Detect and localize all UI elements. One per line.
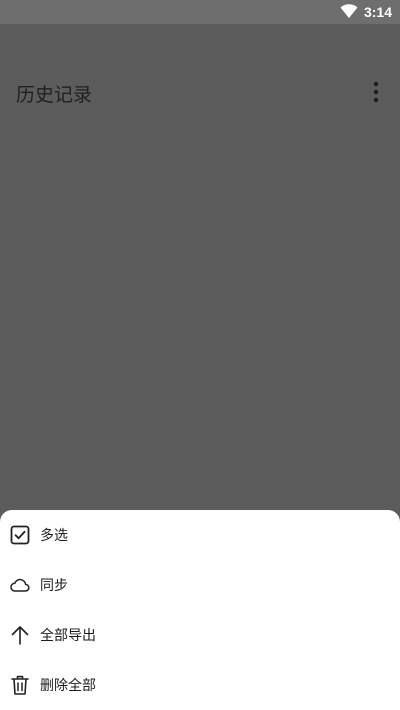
menu-item-label: 同步	[40, 578, 68, 594]
page-title: 历史记录	[16, 84, 93, 106]
wifi-icon	[340, 3, 358, 22]
scrim[interactable]	[0, 118, 400, 510]
bottom-sheet: 多选 同步 全部导出 删除全部	[0, 510, 400, 710]
trash-icon	[10, 675, 30, 695]
status-time: 3:14	[363, 4, 392, 20]
menu-item-multi-select[interactable]: 多选	[0, 510, 400, 560]
menu-item-export-all[interactable]: 全部导出	[0, 610, 400, 660]
more-options-button[interactable]	[364, 80, 388, 108]
status-icons: 3:14	[340, 0, 392, 24]
menu-item-label: 多选	[40, 528, 68, 544]
status-bar: 3:14	[0, 0, 400, 24]
cloud-icon	[10, 575, 30, 595]
checkbox-checked-icon	[10, 525, 30, 545]
app-bar: 历史记录	[0, 70, 400, 118]
arrow-up-icon	[10, 625, 30, 645]
menu-item-delete-all[interactable]: 删除全部	[0, 660, 400, 710]
menu-item-sync[interactable]: 同步	[0, 560, 400, 610]
menu-item-label: 删除全部	[40, 678, 96, 694]
more-vert-icon	[373, 81, 379, 107]
menu-item-label: 全部导出	[40, 628, 96, 644]
